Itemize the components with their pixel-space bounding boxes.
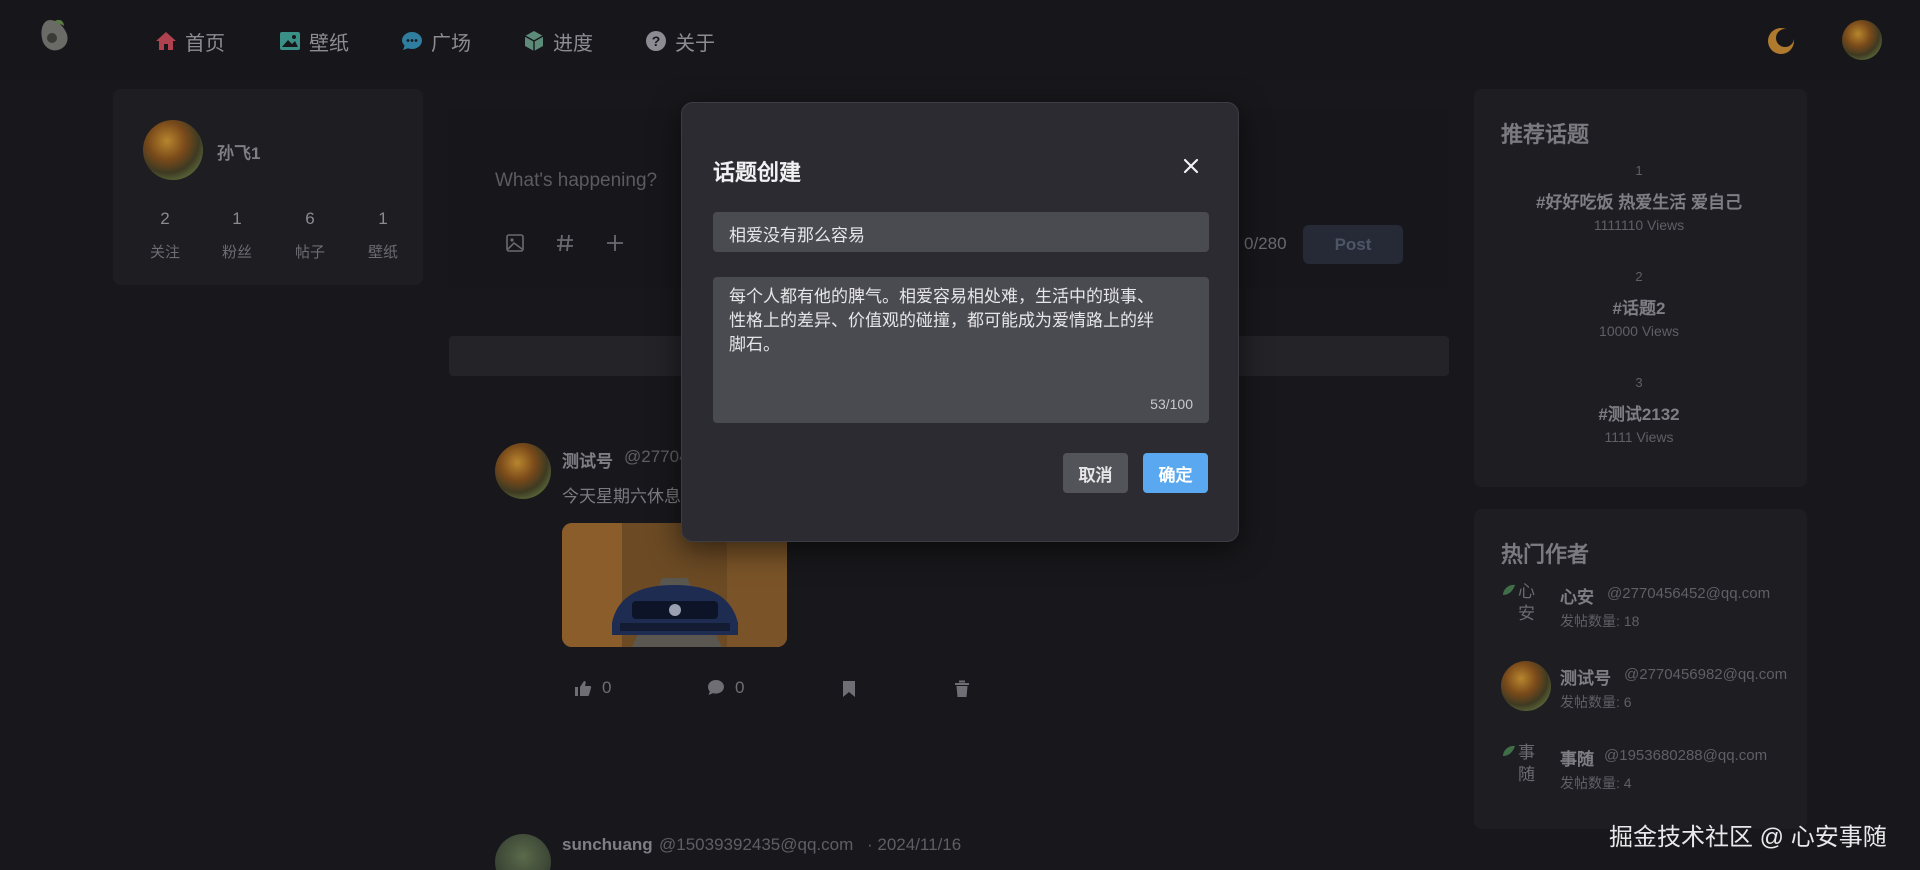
like-count: 0 — [602, 678, 612, 697]
chat-icon — [401, 30, 423, 52]
svg-text:?: ? — [652, 33, 661, 49]
trash-icon[interactable] — [954, 680, 970, 698]
author-avatar[interactable] — [1501, 661, 1551, 711]
topic-name[interactable]: #话题2 — [1474, 294, 1804, 319]
broken-image-icon — [1503, 745, 1515, 756]
topics-title: 推荐话题 — [1501, 122, 1590, 147]
add-icon[interactable] — [604, 232, 626, 254]
topic-views: 1111 Views — [1604, 429, 1674, 445]
profile-avatar[interactable] — [143, 120, 203, 180]
nav-item-square[interactable]: 广场 — [401, 26, 471, 56]
author-post-count: 发帖数量: 6 — [1560, 694, 1632, 710]
nav-item-label: 广场 — [431, 32, 471, 55]
topic-description-textarea[interactable]: 每个人都有他的脾气。相爱容易相处难，生活中的琐事、性格上的差异、价值观的碰撞，都… — [713, 277, 1209, 423]
broken-image-icon — [1503, 584, 1515, 595]
stat-followers-value: 1 — [232, 209, 242, 228]
bookmark-icon[interactable] — [842, 680, 856, 698]
close-icon[interactable] — [1180, 155, 1202, 177]
author-name[interactable]: 心安 — [1560, 583, 1594, 608]
post-author-name[interactable]: sunchuang — [562, 835, 653, 855]
char-counter: 0/280 — [1244, 234, 1287, 253]
topic-create-dialog: 话题创建 相爱没有那么容易 每个人都有他的脾气。相爱容易相处难，生活中的琐事、性… — [681, 102, 1239, 542]
post-author-handle: @27704 — [624, 447, 689, 466]
topic-rank: 3 — [1635, 375, 1643, 390]
nav-item-label: 进度 — [553, 32, 593, 55]
cancel-button[interactable]: 取消 — [1063, 453, 1128, 493]
confirm-button[interactable]: 确定 — [1143, 453, 1208, 493]
author-avatar-broken[interactable]: 事随 — [1501, 742, 1541, 786]
theme-toggle-moon-icon[interactable] — [1766, 26, 1796, 56]
user-avatar[interactable] — [1842, 20, 1882, 60]
topic-name[interactable]: #好好吃饭 热爱生活 爱自己 — [1474, 188, 1804, 213]
stat-followers-label[interactable]: 粉丝 — [207, 241, 267, 262]
question-icon: ? — [645, 30, 667, 52]
top-nav: 首页 壁纸 广场 进度 ? 关于 — [0, 0, 1920, 80]
nav-item-label: 关于 — [675, 32, 715, 55]
topic-rank: 2 — [1635, 269, 1643, 284]
hashtag-icon[interactable] — [554, 232, 576, 254]
recommended-topics-card: 推荐话题 1 #好好吃饭 热爱生活 爱自己 1111110 Views 2 #话… — [1474, 89, 1807, 487]
watermark: 掘金技术社区 @ 心安事随 — [1609, 824, 1887, 851]
thumbs-up-icon — [575, 681, 592, 696]
topic-name[interactable]: #测试2132 — [1474, 400, 1804, 425]
nav-item-home[interactable]: 首页 — [155, 26, 225, 56]
author-name[interactable]: 测试号 — [1560, 664, 1611, 689]
stat-wallpapers-value: 1 — [378, 209, 388, 228]
stat-following-value: 2 — [160, 209, 170, 228]
author-email: @1953680288@qq.com — [1604, 747, 1768, 764]
post-text: 今天星期六休息 — [562, 487, 681, 506]
comment-count: 0 — [735, 678, 745, 697]
post-author-avatar[interactable] — [495, 443, 551, 499]
dialog-title: 话题创建 — [713, 160, 802, 185]
like-button[interactable]: 0 — [574, 678, 611, 698]
topic-views: 10000 Views — [1599, 323, 1679, 339]
site-logo[interactable] — [36, 14, 76, 56]
image-upload-icon[interactable] — [504, 232, 526, 254]
author-email: @2770456982@qq.com — [1624, 666, 1788, 683]
profile-card: 孙飞1 2 关注 1 粉丝 6 帖子 1 壁纸 — [113, 89, 423, 285]
comment-icon — [708, 680, 724, 695]
topic-rank: 1 — [1635, 163, 1643, 178]
compose-input[interactable]: What's happening? — [495, 170, 657, 192]
post-date: · 2024/11/16 — [867, 835, 962, 854]
stat-posts-value: 6 — [305, 209, 315, 228]
nav-item-wallpaper[interactable]: 壁纸 — [279, 26, 349, 56]
author-email: @2770456452@qq.com — [1607, 585, 1771, 602]
topic-title-input[interactable]: 相爱没有那么容易 — [713, 212, 1209, 252]
topic-views: 1111110 Views — [1593, 217, 1685, 233]
nav-item-label: 首页 — [185, 32, 225, 55]
cube-icon — [523, 30, 545, 52]
stat-posts-label[interactable]: 帖子 — [280, 241, 340, 262]
author-post-count: 发帖数量: 4 — [1560, 775, 1632, 791]
profile-name: 孙飞1 — [217, 144, 261, 163]
image-icon — [279, 30, 301, 52]
stat-wallpapers-label[interactable]: 壁纸 — [353, 241, 413, 262]
post-button[interactable]: Post — [1303, 225, 1403, 264]
nav-item-progress[interactable]: 进度 — [523, 26, 593, 56]
authors-title: 热门作者 — [1501, 542, 1590, 567]
home-icon — [155, 30, 177, 52]
stat-following-label[interactable]: 关注 — [135, 241, 195, 262]
author-avatar-broken[interactable]: 心安 — [1501, 581, 1541, 625]
textarea-char-count: 53/100 — [1150, 396, 1193, 412]
author-post-count: 发帖数量: 18 — [1560, 613, 1640, 629]
hot-authors-card: 热门作者 心安 心安 @2770456452@qq.com 发帖数量: 18 测… — [1474, 509, 1807, 829]
comment-button[interactable]: 0 — [707, 678, 744, 698]
textarea-text: 每个人都有他的脾气。相爱容易相处难，生活中的琐事、性格上的差异、价值观的碰撞，都… — [729, 287, 1154, 354]
nav-item-about[interactable]: ? 关于 — [645, 26, 715, 56]
nav-item-label: 壁纸 — [309, 32, 349, 55]
post-author-handle: @15039392435@qq.com — [659, 835, 854, 854]
author-name[interactable]: 事随 — [1560, 745, 1594, 770]
post-author-name[interactable]: 测试号 — [562, 447, 613, 472]
